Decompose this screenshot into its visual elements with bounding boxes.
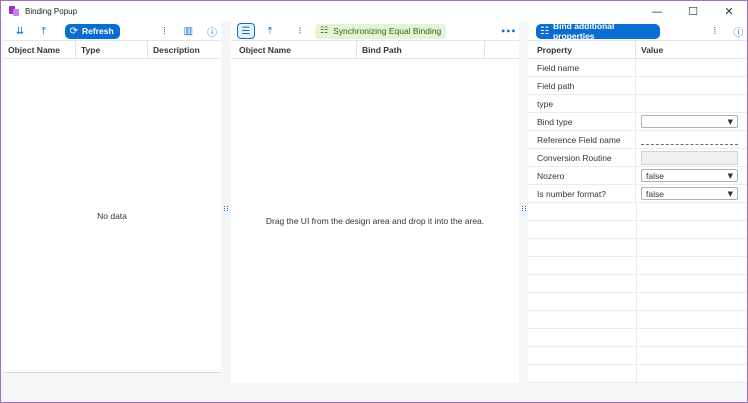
properties-panel: ☷ Bind additional properties ⦙ ⓘ Propert…	[528, 21, 747, 383]
chevron-down-icon: ▼	[727, 117, 733, 126]
column-header-object-name[interactable]: Object Name	[231, 41, 357, 58]
empty-row	[528, 203, 747, 221]
property-value-cell	[636, 77, 747, 94]
sync-label: Synchronizing Equal Binding	[333, 26, 442, 36]
help-icon[interactable]: ⓘ	[203, 23, 221, 39]
help-icon[interactable]: ⓘ	[730, 23, 747, 39]
horizontal-scrollbar[interactable]	[3, 372, 221, 373]
empty-row	[528, 347, 747, 365]
collapse-up-icon[interactable]: ⤒	[261, 23, 279, 39]
sort-descending-icon[interactable]: ⇊	[11, 23, 29, 39]
maximize-button[interactable]: ☐	[675, 1, 711, 21]
column-header-bind-path[interactable]: Bind Path	[357, 41, 485, 58]
value-column-divider	[636, 203, 637, 383]
property-row: Field path	[528, 77, 747, 95]
column-header-empty	[485, 41, 519, 58]
property-name: Nozero	[528, 167, 636, 184]
property-name: Is number format?	[528, 185, 636, 202]
property-name: Field path	[528, 77, 636, 94]
property-row: Conversion Routine	[528, 149, 747, 167]
checklist-icon: ☷	[320, 26, 329, 36]
property-row: Bind type ▼	[528, 113, 747, 131]
column-settings-icon[interactable]: ⦙	[706, 23, 723, 39]
empty-row	[528, 365, 747, 383]
refresh-label: Refresh	[81, 26, 114, 36]
column-header-type[interactable]: Type	[76, 41, 148, 58]
app-logo-icon	[9, 6, 19, 16]
tree-icon[interactable]: ⁝	[291, 23, 309, 39]
empty-row	[528, 293, 747, 311]
column-header-value[interactable]: Value	[636, 41, 747, 58]
property-name: Reference Field name	[528, 131, 636, 148]
value-input[interactable]	[641, 144, 738, 145]
property-name: type	[528, 95, 636, 112]
properties-table-header: Property Value	[528, 40, 747, 59]
empty-row	[528, 221, 747, 239]
value-dropdown[interactable]: ▼	[641, 115, 738, 128]
column-settings-icon[interactable]: ⦙	[156, 23, 174, 39]
empty-row	[528, 257, 747, 275]
title-bar: Binding Popup — ☐ ✕	[1, 1, 747, 21]
value-dropdown[interactable]: false ▼	[641, 169, 738, 182]
properties-table-body: Field name Field path type Bind type ▼ Refere…	[528, 59, 747, 383]
binding-popup-window: Binding Popup — ☐ ✕ ⇊ ⤒ ⟳ Refresh ⦙ ▥ ⓘ …	[0, 0, 748, 403]
no-data-message: No data	[97, 211, 127, 221]
table-view-icon[interactable]: ▥	[179, 23, 197, 39]
property-value-cell	[636, 59, 747, 76]
close-button[interactable]: ✕	[711, 1, 747, 21]
refresh-button[interactable]: ⟳ Refresh	[64, 23, 120, 39]
property-value-cell: false ▼	[636, 167, 747, 184]
property-name: Bind type	[528, 113, 636, 130]
empty-row	[528, 239, 747, 257]
column-header-object-name[interactable]: Object Name	[3, 41, 76, 58]
column-header-property[interactable]: Property	[528, 41, 636, 58]
empty-row	[528, 329, 747, 347]
column-header-description[interactable]: Description	[148, 41, 221, 58]
object-list-panel: ⇊ ⤒ ⟳ Refresh ⦙ ▥ ⓘ Object Name Type Des…	[3, 21, 221, 373]
checklist-icon: ☷	[540, 25, 549, 37]
property-name: Field name	[528, 59, 636, 76]
list-view-icon[interactable]: ☰	[237, 23, 255, 39]
window-title: Binding Popup	[25, 6, 78, 16]
property-value-cell	[636, 149, 747, 166]
binding-panel: ☰ ⤒ ⁝ ☷ Synchronizing Equal Binding ••• …	[231, 21, 519, 383]
property-row: Nozero false ▼	[528, 167, 747, 185]
left-table-header: Object Name Type Description	[3, 40, 221, 59]
middle-table-header: Object Name Bind Path	[231, 40, 519, 59]
bind-additional-label: Bind additional properties	[552, 21, 615, 41]
property-value-cell: false ▼	[636, 185, 747, 202]
collapse-up-icon[interactable]: ⤒	[35, 23, 53, 39]
refresh-icon: ⟳	[69, 25, 78, 37]
property-value-cell	[636, 131, 747, 148]
property-row: type	[528, 95, 747, 113]
property-name: Conversion Routine	[528, 149, 636, 166]
property-row: Field name	[528, 59, 747, 77]
property-value-cell	[636, 95, 747, 112]
bind-additional-properties-button[interactable]: ☷ Bind additional properties	[536, 21, 661, 41]
splitter-handle[interactable]	[522, 206, 526, 214]
empty-row	[528, 275, 747, 293]
property-row: Is number format? false ▼	[528, 185, 747, 203]
dropdown-value: false	[646, 170, 664, 181]
drop-hint-message: Drag the UI from the design area and dro…	[265, 216, 485, 226]
chevron-down-icon: ▼	[727, 171, 733, 180]
property-value-cell: ▼	[636, 113, 747, 130]
value-dropdown[interactable]: false ▼	[641, 187, 738, 200]
sync-equal-binding-button[interactable]: ☷ Synchronizing Equal Binding	[315, 23, 447, 39]
value-input[interactable]	[641, 150, 738, 165]
splitter-handle[interactable]	[224, 206, 228, 214]
minimize-button[interactable]: —	[639, 1, 675, 21]
dropdown-value: false	[646, 188, 664, 199]
property-row: Reference Field name	[528, 131, 747, 149]
empty-row	[528, 311, 747, 329]
more-options-icon[interactable]: •••	[499, 23, 517, 39]
chevron-down-icon: ▼	[727, 189, 733, 198]
